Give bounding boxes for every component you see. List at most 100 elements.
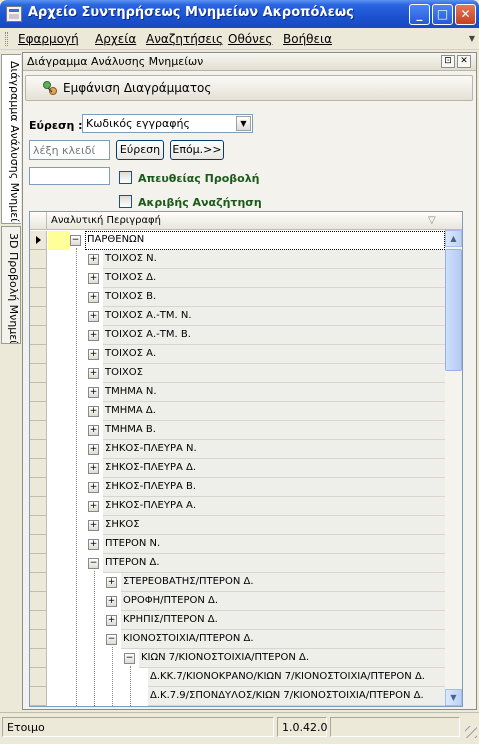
- tree-grid[interactable]: Αναλυτική Περιγραφή ▽ − ΠΑΡΘΕΝΩΝ + ΤΟΙΧΟΣ Ν…: [29, 211, 463, 707]
- tree-row[interactable]: + ΤΜΗΜΑ Δ.: [30, 402, 445, 421]
- tree-row[interactable]: + ΣΗΚΟΣ-ΠΛΕΥΡΑ Δ.: [30, 459, 445, 478]
- row-selector[interactable]: [30, 269, 47, 288]
- sidetab-diagram[interactable]: Διάγραμμα Ανάλυσης Μνημείων: [1, 54, 21, 224]
- row-selector[interactable]: [30, 592, 47, 611]
- menu-application[interactable]: Εφαρμογή: [18, 32, 79, 46]
- expand-icon[interactable]: +: [106, 577, 117, 588]
- expand-icon[interactable]: +: [88, 539, 99, 550]
- row-selector[interactable]: [30, 535, 47, 554]
- expand-icon[interactable]: +: [88, 254, 99, 265]
- expand-icon[interactable]: +: [88, 387, 99, 398]
- row-selector[interactable]: [30, 687, 47, 706]
- collapse-icon[interactable]: −: [106, 634, 117, 645]
- toolbar-overflow-icon[interactable]: ▼: [469, 34, 475, 43]
- tree-row[interactable]: + ΣΗΚΟΣ-ΠΛΕΥΡΑ Ν.: [30, 440, 445, 459]
- collapse-icon[interactable]: −: [70, 235, 81, 246]
- search-field-select[interactable]: Κωδικός εγγραφής ▼: [82, 114, 253, 133]
- collapse-icon[interactable]: −: [124, 653, 135, 664]
- expand-icon[interactable]: +: [88, 406, 99, 417]
- close-button[interactable]: ✕: [455, 4, 476, 25]
- row-selector[interactable]: [30, 288, 47, 307]
- tree-row[interactable]: + ΠΤΕΡΟΝ Ν.: [30, 535, 445, 554]
- expand-icon[interactable]: +: [88, 501, 99, 512]
- expand-icon[interactable]: +: [88, 368, 99, 379]
- row-selector[interactable]: [30, 402, 47, 421]
- show-diagram-button[interactable]: Εμφάνιση Διαγράμματος: [63, 81, 211, 95]
- expand-icon[interactable]: +: [88, 292, 99, 303]
- tree-row[interactable]: + ΣΗΚΟΣ-ΠΛΕΥΡΑ Α.: [30, 497, 445, 516]
- tree-row[interactable]: + ΤΟΙΧΟΣ Α.: [30, 345, 445, 364]
- result-box[interactable]: [29, 167, 110, 185]
- tree-row[interactable]: + ΤΟΙΧΟΣ Α.-ΤΜ. Β.: [30, 326, 445, 345]
- row-selector[interactable]: [30, 364, 47, 383]
- row-selector[interactable]: [30, 554, 47, 573]
- menu-screens[interactable]: Οθόνες: [228, 32, 272, 46]
- row-selector[interactable]: [30, 611, 47, 630]
- tree-row[interactable]: Δ.Κ.7.9/ΣΠΟΝΔΥΛΟΣ/ΚΙΩΝ 7/ΚΙΟΝΟΣΤΟΙΧΙΑ/ΠΤ…: [30, 687, 445, 706]
- tree-row[interactable]: − ΚΙΟΝΟΣΤΟΙΧΙΑ/ΠΤΕΡΟΝ Δ.: [30, 630, 445, 649]
- row-selector[interactable]: [30, 345, 47, 364]
- column-header-description[interactable]: Αναλυτική Περιγραφή: [51, 215, 161, 226]
- tree-row[interactable]: + ΣΗΚΟΣ-ΠΛΕΥΡΑ Β.: [30, 478, 445, 497]
- tree-row[interactable]: − ΠΑΡΘΕΝΩΝ: [30, 231, 445, 250]
- next-button[interactable]: Επόμ.>>: [170, 140, 224, 160]
- expand-icon[interactable]: +: [88, 349, 99, 360]
- tree-row[interactable]: + ΤΟΙΧΟΣ Ν.: [30, 250, 445, 269]
- expand-icon[interactable]: +: [88, 311, 99, 322]
- tree-row[interactable]: + ΤΟΙΧΟΣ Α.-ΤΜ. Ν.: [30, 307, 445, 326]
- tree-row[interactable]: + ΤΟΙΧΟΣ Δ.: [30, 269, 445, 288]
- row-selector[interactable]: [30, 440, 47, 459]
- row-selector[interactable]: [30, 630, 47, 649]
- tree-row[interactable]: + ΣΗΚΟΣ: [30, 516, 445, 535]
- pin-icon[interactable]: ⊡: [441, 55, 455, 68]
- row-selector[interactable]: [30, 573, 47, 592]
- menu-searches[interactable]: Αναζητήσεις: [146, 32, 223, 46]
- tree-row[interactable]: + ΟΡΟΦΗ/ΠΤΕΡΟΝ Δ.: [30, 592, 445, 611]
- row-selector[interactable]: [30, 649, 47, 668]
- row-selector[interactable]: [30, 459, 47, 478]
- exact-search-checkbox[interactable]: [119, 195, 132, 208]
- menu-help[interactable]: Βοήθεια: [283, 32, 332, 46]
- tree-row[interactable]: + ΤΜΗΜΑ Β.: [30, 421, 445, 440]
- row-selector[interactable]: [30, 421, 47, 440]
- tree-row[interactable]: Δ.ΚΚ.7/ΚΙΟΝΟΚΡΑΝΟ/ΚΙΩΝ 7/ΚΙΟΝΟΣΤΟΙΧΙΑ/ΠΤ…: [30, 668, 445, 687]
- sidetab-3d-view[interactable]: 3D Προβολή Μνημείων: [1, 226, 21, 344]
- menu-files[interactable]: Αρχεία: [95, 32, 136, 46]
- expand-icon[interactable]: +: [88, 330, 99, 341]
- expand-icon[interactable]: +: [88, 520, 99, 531]
- chevron-down-icon[interactable]: ▼: [236, 116, 251, 131]
- minimize-button[interactable]: _: [409, 4, 430, 25]
- expand-icon[interactable]: +: [106, 615, 117, 626]
- row-selector[interactable]: [30, 383, 47, 402]
- tree-row[interactable]: + ΤΜΗΜΑ Ν.: [30, 383, 445, 402]
- row-selector[interactable]: [30, 516, 47, 535]
- row-selector[interactable]: [30, 478, 47, 497]
- tree-cell[interactable]: [103, 364, 445, 383]
- row-selector[interactable]: [30, 497, 47, 516]
- vertical-scrollbar[interactable]: ▲ ▼: [445, 230, 462, 706]
- tree-row[interactable]: − ΠΤΕΡΟΝ Δ.: [30, 554, 445, 573]
- expand-icon[interactable]: +: [88, 463, 99, 474]
- tree-row[interactable]: + ΤΟΙΧΟΣ: [30, 364, 445, 383]
- tree-cell[interactable]: [103, 516, 445, 535]
- scroll-up-icon[interactable]: ▲: [445, 230, 462, 247]
- tree-row[interactable]: − ΚΙΩΝ 7/ΚΙΟΝΟΣΤΟΙΧΙΑ/ΠΤΕΡΟΝ Δ.: [30, 649, 445, 668]
- expand-icon[interactable]: +: [88, 482, 99, 493]
- maximize-button[interactable]: □: [432, 4, 453, 25]
- scroll-down-icon[interactable]: ▼: [445, 689, 462, 706]
- row-selector[interactable]: [30, 668, 47, 687]
- scroll-thumb[interactable]: [445, 249, 462, 371]
- expand-icon[interactable]: +: [88, 273, 99, 284]
- tree-row[interactable]: + ΣΤΕΡΕΟΒΑΤΗΣ/ΠΤΕΡΟΝ Δ.: [30, 573, 445, 592]
- row-selector[interactable]: [30, 250, 47, 269]
- tree-row[interactable]: + ΚΡΗΠΙΣ/ΠΤΕΡΟΝ Δ.: [30, 611, 445, 630]
- keyword-input[interactable]: [29, 140, 110, 160]
- sort-descending-icon[interactable]: ▽: [428, 215, 436, 226]
- direct-view-checkbox[interactable]: [119, 171, 132, 184]
- current-row-indicator[interactable]: [30, 231, 47, 250]
- row-selector[interactable]: [30, 326, 47, 345]
- find-button[interactable]: Εύρεση: [116, 140, 164, 160]
- row-selector[interactable]: [30, 307, 47, 326]
- expand-icon[interactable]: +: [106, 596, 117, 607]
- expand-icon[interactable]: +: [88, 425, 99, 436]
